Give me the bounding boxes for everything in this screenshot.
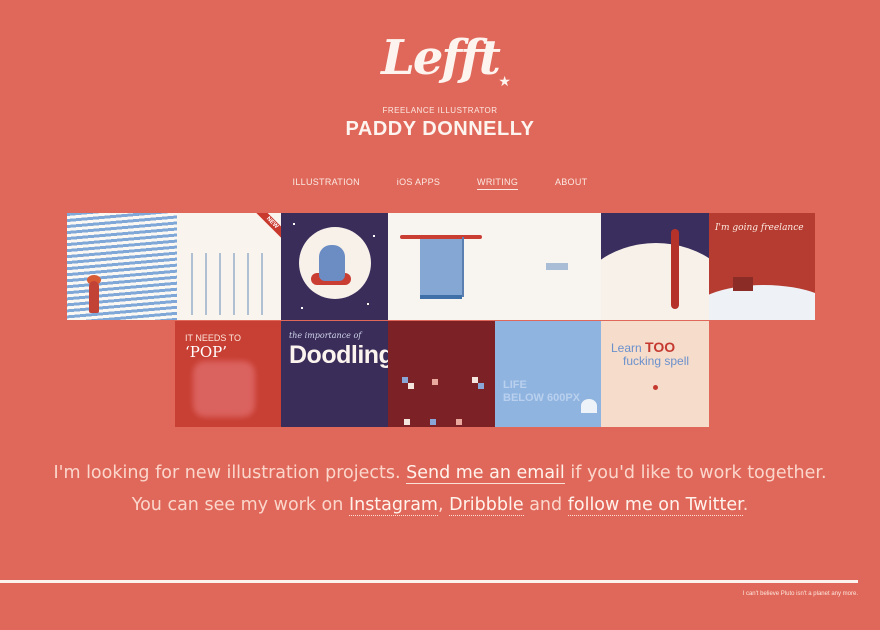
site-tagline: FREELANCE ILLUSTRATOR — [382, 106, 498, 115]
message-text: if you'd like to work together. — [570, 463, 827, 483]
site-header: Lefft ★ FREELANCE ILLUSTRATOR PADDY DONN… — [0, 30, 880, 140]
nav-writing[interactable]: WRITING — [477, 177, 519, 190]
post-thumb-pixels[interactable] — [388, 321, 495, 427]
knitted-cloth — [420, 239, 462, 299]
star-dot — [373, 235, 375, 237]
post-thumb-sea[interactable]: NEW — [67, 213, 281, 320]
star-dot — [367, 303, 369, 305]
reading-figure — [319, 245, 345, 281]
star-icon: ★ — [498, 74, 511, 90]
message-punctuation: . — [742, 495, 749, 515]
small-knit — [546, 263, 568, 270]
pixel-square — [430, 419, 436, 425]
sea-water — [67, 213, 177, 320]
doodling-subtitle: the importance of — [289, 331, 362, 340]
red-dot — [653, 385, 658, 390]
white-hill — [601, 243, 709, 320]
nav-illustration[interactable]: ILLUSTRATION — [293, 177, 360, 189]
twitter-link[interactable]: follow me on Twitter — [567, 495, 743, 516]
pop-highlight: ‘POP’ — [185, 343, 228, 361]
message-punctuation: , — [437, 495, 444, 515]
email-link[interactable]: Send me an email — [406, 463, 565, 484]
contact-message: I'm looking for new illustration project… — [0, 457, 880, 521]
contact-line-1: I'm looking for new illustration project… — [0, 457, 880, 489]
logo-wordmark: Lefft — [381, 30, 501, 86]
knitting-needle — [462, 237, 464, 297]
child-figure — [89, 281, 99, 313]
new-ribbon: NEW — [251, 213, 281, 244]
message-text: and — [529, 495, 563, 515]
post-thumb-spell[interactable]: Learn TOO fucking spell — [601, 321, 709, 427]
footer-divider — [0, 580, 858, 583]
pixel-square — [408, 383, 414, 389]
house-shape — [733, 277, 753, 291]
contact-line-2: You can see my work on Instagram, Dribbb… — [0, 489, 880, 521]
pink-blob — [193, 361, 255, 417]
post-thumb-moon[interactable] — [281, 213, 388, 320]
cloud-shape — [581, 399, 597, 413]
spell-line1-text: Learn — [611, 341, 642, 355]
post-thumb-knitting[interactable] — [388, 213, 601, 320]
pixel-square — [432, 379, 438, 385]
spell-highlight: TOO — [645, 339, 676, 355]
snow-mound — [709, 285, 815, 320]
dribbble-link[interactable]: Dribbble — [449, 495, 524, 516]
pop-title-text: IT NEEDS TO — [185, 333, 242, 343]
message-text: I'm looking for new illustration project… — [53, 463, 401, 483]
below-600px-title: LIFE BELOW 600PX — [503, 379, 580, 405]
post-thumb-pop[interactable]: IT NEEDS TO ‘POP’ — [175, 321, 281, 427]
spell-line1: Learn TOO — [611, 339, 675, 355]
instagram-link[interactable]: Instagram — [348, 495, 438, 516]
red-drip — [671, 229, 679, 309]
pixel-square — [404, 419, 410, 425]
star-dot — [301, 307, 303, 309]
freelance-title: I'm going freelance — [715, 223, 804, 233]
pixel-square — [456, 419, 462, 425]
footer-note: I can't believe Pluto isn't a planet any… — [742, 591, 858, 597]
star-dot — [293, 223, 295, 225]
logo[interactable]: Lefft ★ — [381, 30, 511, 90]
below-600px-line2: BELOW 600PX — [503, 392, 581, 404]
post-thumb-hill[interactable] — [601, 213, 709, 320]
post-thumb-below-600px[interactable]: LIFE BELOW 600PX — [495, 321, 601, 427]
spell-line2: fucking spell — [623, 354, 690, 368]
nav-about[interactable]: ABOUT — [555, 177, 588, 189]
post-thumb-freelance[interactable]: I'm going freelance — [709, 213, 815, 320]
pixel-square — [478, 383, 484, 389]
message-text: You can see my work on — [131, 495, 344, 515]
nav-ios-apps[interactable]: iOS APPS — [397, 177, 440, 189]
below-600px-line1: LIFE — [503, 379, 527, 391]
doodling-title: Doodling — [289, 341, 388, 369]
crowd-figures — [185, 253, 275, 315]
main-nav: ILLUSTRATION iOS APPS WRITING ABOUT — [0, 177, 880, 190]
pop-title: IT NEEDS TO ‘POP’ — [185, 333, 281, 361]
site-author-name: PADDY DONNELLY — [345, 118, 535, 140]
post-thumb-doodling[interactable]: the importance of Doodling — [281, 321, 388, 427]
